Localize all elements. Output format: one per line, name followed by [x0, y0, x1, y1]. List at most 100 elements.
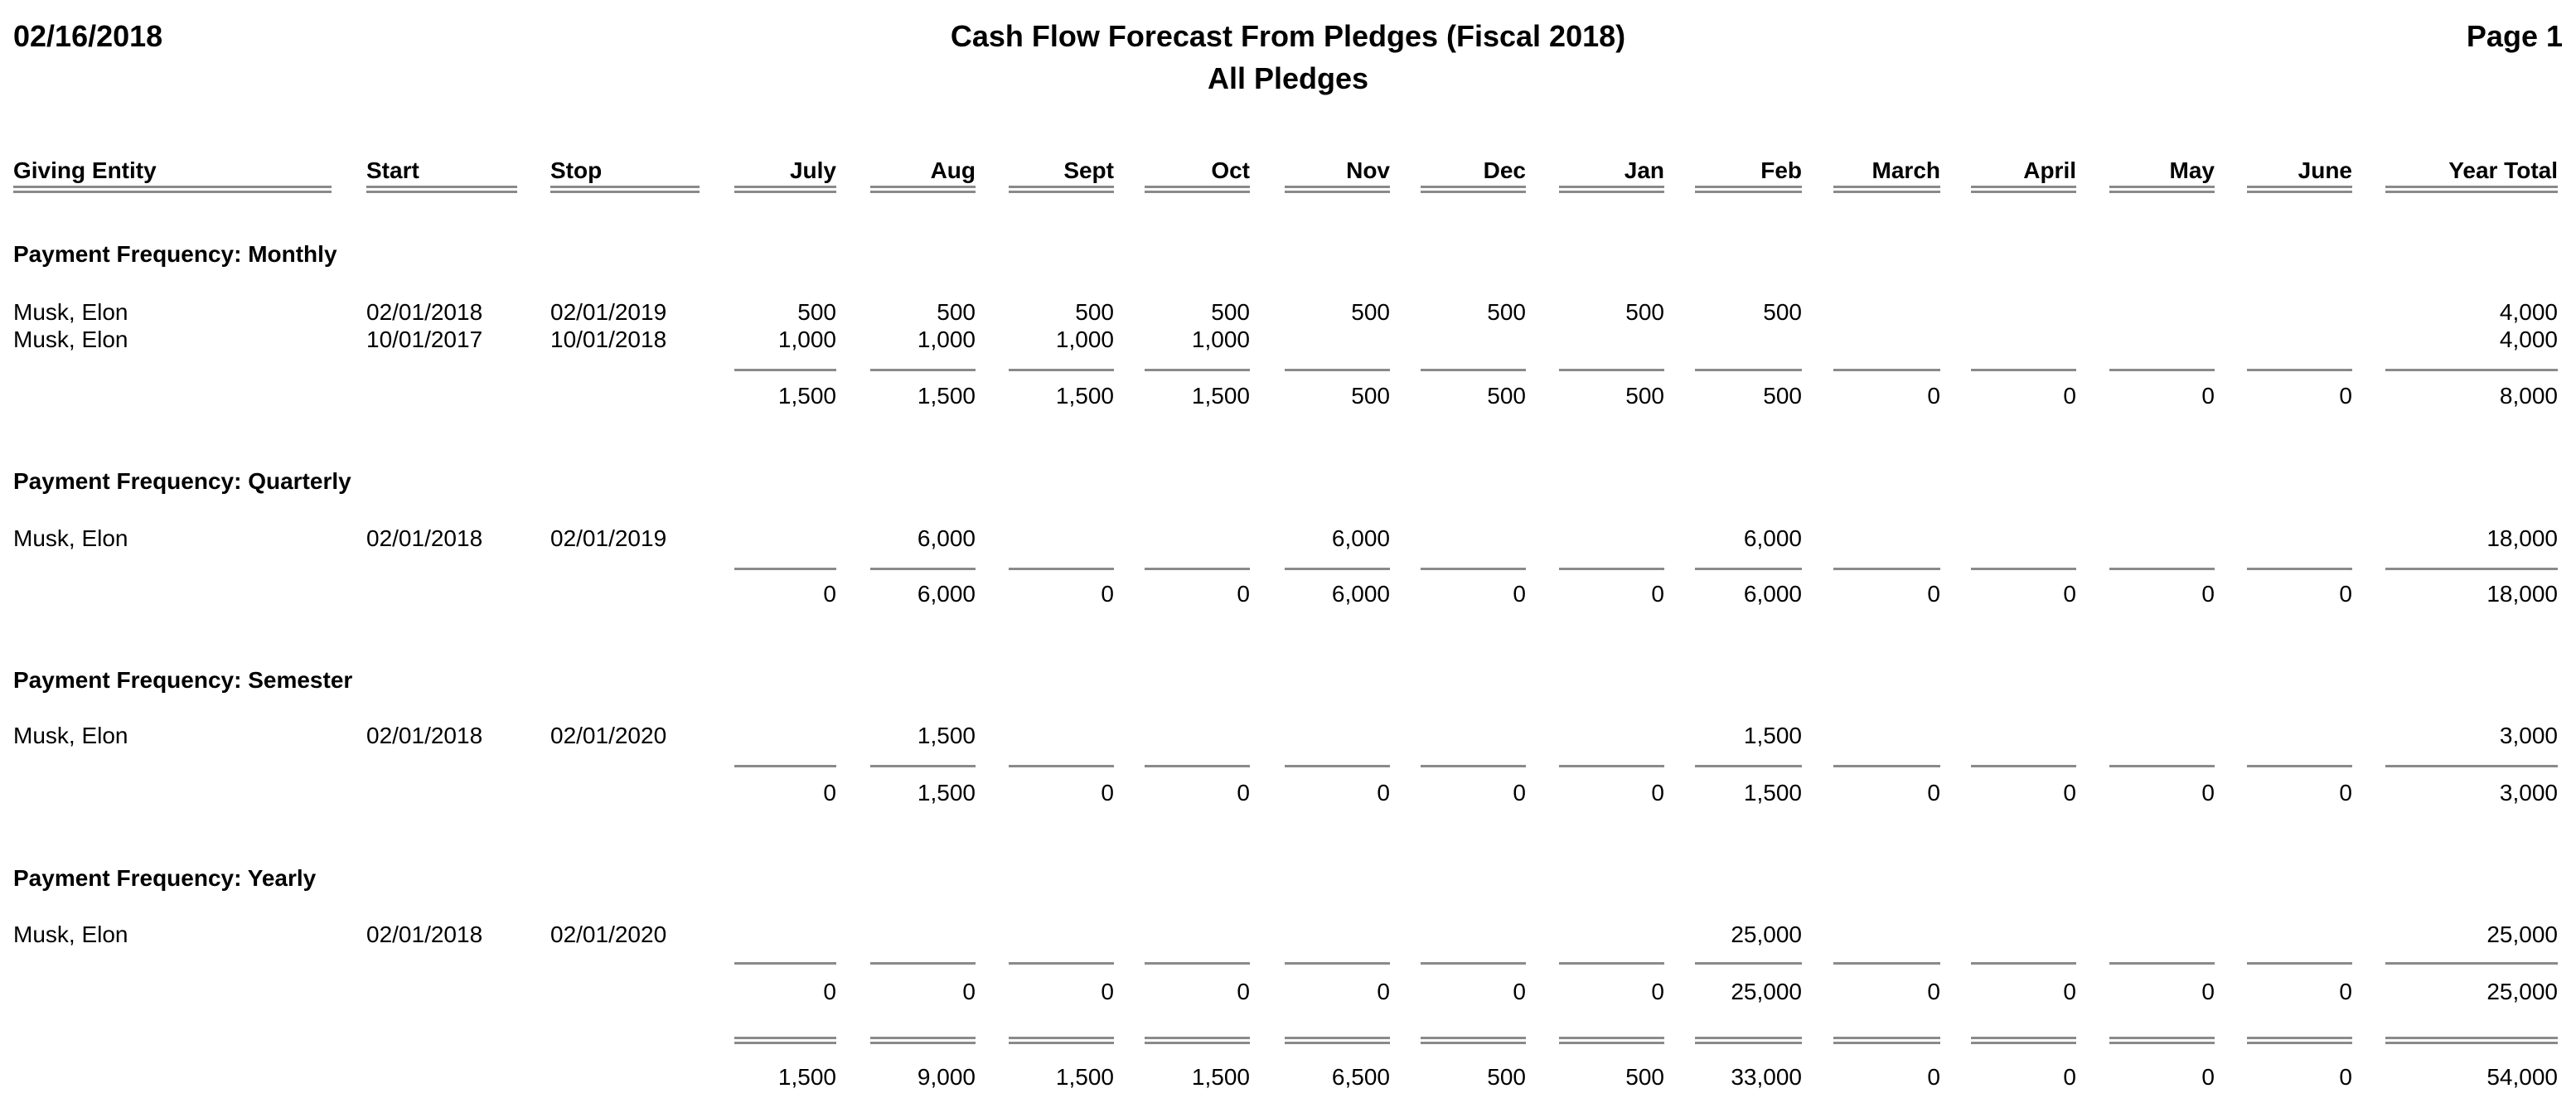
subtotal-rule	[1421, 962, 1526, 965]
giving-entity: Musk, Elon	[13, 299, 128, 325]
subtotal-row-month-cell: 1,500	[777, 383, 836, 409]
pledge-row-month-cell: 500	[797, 299, 836, 325]
grand-total-double-rule	[1421, 1037, 1526, 1044]
subtotal-rule	[1145, 369, 1250, 371]
column-header: June	[2298, 157, 2352, 183]
subtotal-rule	[734, 962, 836, 965]
subtotal-rule	[1559, 369, 1664, 371]
pledge-row-month-cell: 1,000	[917, 327, 976, 352]
header-double-rule	[1285, 186, 1390, 193]
header-double-rule	[1559, 186, 1664, 193]
grand-total-row-month-cell: 0	[2201, 1064, 2215, 1090]
subtotal-rule	[1971, 765, 2076, 767]
report-date: 02/16/2018	[13, 19, 163, 53]
subtotal-row-month-cell: 1,500	[1191, 383, 1250, 409]
subtotal-rule	[734, 765, 836, 767]
start-date: 02/01/2018	[366, 299, 483, 325]
pledge-row-month-cell: 1,500	[917, 723, 976, 748]
subtotal-rule	[1421, 369, 1526, 371]
header-double-rule	[2109, 186, 2215, 193]
pledge-row-month-cell: 1,000	[777, 327, 836, 352]
subtotal-rule	[1421, 765, 1526, 767]
pledge-row-month-cell: 1,000	[1191, 327, 1250, 352]
group-heading: Payment Frequency: Quarterly	[13, 468, 351, 494]
pledge-row-month-cell: 500	[937, 299, 976, 325]
subtotal-rule	[1559, 765, 1664, 767]
column-header: May	[2169, 157, 2215, 183]
group-heading: Payment Frequency: Yearly	[13, 865, 317, 891]
subtotal-row-month-cell: 0	[2201, 581, 2215, 607]
header-double-rule	[1695, 186, 1802, 193]
subtotal-rule	[1971, 568, 2076, 570]
column-header: Aug	[930, 157, 976, 183]
column-header: Feb	[1760, 157, 1802, 183]
giving-entity: Musk, Elon	[13, 525, 128, 551]
subtotal-row-month-cell: 0	[1513, 581, 1526, 607]
start-date: 02/01/2018	[366, 922, 483, 947]
pledge-row-month-cell: 25,000	[1731, 922, 1802, 947]
subtotal-rule	[2109, 369, 2215, 371]
report-subtitle: All Pledges	[1207, 61, 1369, 95]
grand-total-row-month-cell: 0	[1927, 1064, 1940, 1090]
subtotal-row-month-cell: 0	[1237, 979, 1250, 1004]
giving-entity: Musk, Elon	[13, 327, 128, 352]
grand-total-double-rule	[1285, 1037, 1390, 1044]
subtotal-row-month-cell: 0	[1927, 979, 1940, 1004]
subtotal-rule	[870, 369, 976, 371]
subtotal-rule	[2109, 568, 2215, 570]
start-date: 02/01/2018	[366, 723, 483, 748]
subtotal-row-month-cell: 500	[1763, 383, 1802, 409]
subtotal-row-month-cell: 0	[1237, 581, 1250, 607]
giving-entity: Musk, Elon	[13, 723, 128, 748]
pledge-row-year-total: 4,000	[2499, 299, 2558, 325]
subtotal-rule	[2247, 962, 2352, 965]
subtotal-rule	[870, 568, 976, 570]
subtotal-row-month-cell: 6,000	[1331, 581, 1390, 607]
subtotal-row-month-cell: 0	[2201, 780, 2215, 805]
subtotal-row-year-total: 18,000	[2486, 581, 2558, 607]
header-double-rule	[734, 186, 836, 193]
subtotal-row-month-cell: 0	[2201, 979, 2215, 1004]
subtotal-row-month-cell: 500	[1487, 383, 1526, 409]
column-header: Jan	[1624, 157, 1664, 183]
stop-date: 02/01/2019	[550, 525, 667, 551]
group-heading: Payment Frequency: Monthly	[13, 241, 337, 267]
subtotal-rule	[1285, 765, 1390, 767]
grand-total-row-month-cell: 33,000	[1731, 1064, 1802, 1090]
subtotal-row-month-cell: 0	[1101, 581, 1114, 607]
subtotal-row-month-cell: 1,500	[1743, 780, 1802, 805]
column-header: July	[789, 157, 836, 183]
subtotal-rule	[2109, 765, 2215, 767]
pledge-row-year-total: 25,000	[2486, 922, 2558, 947]
subtotal-row-month-cell: 0	[1651, 581, 1664, 607]
subtotal-row-month-cell: 0	[823, 581, 836, 607]
pledge-row-month-cell: 500	[1075, 299, 1114, 325]
header-double-rule	[1145, 186, 1250, 193]
stop-date: 02/01/2020	[550, 723, 667, 748]
column-header: Giving Entity	[13, 157, 157, 183]
grand-total-double-rule	[870, 1037, 976, 1044]
subtotal-rule	[1145, 962, 1250, 965]
subtotal-rule	[1285, 962, 1390, 965]
subtotal-row-month-cell: 0	[2339, 383, 2352, 409]
subtotal-rule	[1695, 568, 1802, 570]
pledge-row-month-cell: 6,000	[1331, 525, 1390, 551]
subtotal-row-month-cell: 0	[1101, 780, 1114, 805]
header-double-rule	[1971, 186, 2076, 193]
subtotal-rule	[2247, 369, 2352, 371]
subtotal-row-month-cell: 0	[1237, 780, 1250, 805]
subtotal-rule	[1833, 962, 1940, 965]
subtotal-rule	[2385, 962, 2558, 965]
giving-entity: Musk, Elon	[13, 922, 128, 947]
subtotal-row-year-total: 8,000	[2499, 383, 2558, 409]
grand-total-double-rule	[1009, 1037, 1114, 1044]
header-double-rule	[366, 186, 517, 193]
subtotal-rule	[1559, 962, 1664, 965]
pledge-row-month-cell: 500	[1625, 299, 1664, 325]
grand-total-double-rule	[1559, 1037, 1664, 1044]
grand-total-row-month-cell: 0	[2339, 1064, 2352, 1090]
grand-total-row-month-cell: 500	[1625, 1064, 1664, 1090]
subtotal-rule	[2385, 369, 2558, 371]
column-header: Nov	[1346, 157, 1390, 183]
subtotal-row-month-cell: 0	[2063, 780, 2076, 805]
